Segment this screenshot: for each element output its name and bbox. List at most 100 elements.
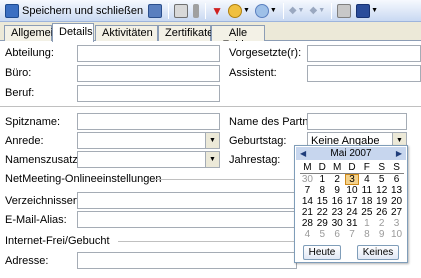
calendar-day[interactable]: 29	[315, 218, 330, 229]
calendar-day[interactable]: 8	[359, 229, 374, 240]
calendar-day[interactable]: 27	[389, 207, 404, 218]
calendar-day[interactable]: 7	[345, 229, 360, 240]
calendar-day[interactable]: 5	[374, 174, 389, 185]
save-close-icon	[5, 3, 19, 18]
namenszusatz-dropdown[interactable]: ▼	[77, 151, 220, 168]
calendar-day[interactable]: 24	[345, 207, 360, 218]
calendar-day[interactable]: 25	[359, 207, 374, 218]
section-divider	[118, 241, 295, 242]
beruf-field[interactable]	[77, 85, 220, 102]
save-close-button[interactable]: Speichern und schließen	[3, 2, 145, 20]
anrede-dropdown[interactable]: ▼	[77, 132, 220, 149]
abteilung-label: Abteilung:	[5, 47, 54, 59]
calendar-day[interactable]: 9	[374, 229, 389, 240]
calendar-month-label: Mai 2007	[330, 148, 372, 159]
calendar-day[interactable]: 28	[300, 218, 315, 229]
previous-item-button[interactable]: ◆ ▼	[287, 2, 307, 20]
calendar-day[interactable]: 10	[345, 185, 360, 196]
flag-icon: ▼	[211, 3, 223, 18]
abteilung-field[interactable]	[77, 45, 220, 62]
calendar-day[interactable]: 21	[300, 207, 315, 218]
assistent-field[interactable]	[307, 65, 421, 82]
recurrence-button[interactable]: ▼	[253, 2, 279, 20]
calendar-day[interactable]: 8	[315, 185, 330, 196]
attach-button[interactable]	[191, 2, 201, 20]
calendar-day[interactable]: 17	[345, 196, 360, 207]
chevron-down-icon: ▼	[297, 7, 305, 14]
calendar-day[interactable]: 12	[374, 185, 389, 196]
calendar-day[interactable]: 10	[389, 229, 404, 240]
tab-alle-felder[interactable]: Alle Felder	[211, 25, 265, 51]
calendar-day-today[interactable]: 3	[344, 174, 360, 185]
calendar-day[interactable]: 14	[300, 196, 315, 207]
calendar-day[interactable]: 30	[300, 174, 315, 185]
save-close-label: Speichern und schließen	[22, 4, 144, 17]
calendar-day[interactable]: 16	[330, 196, 345, 207]
address-book-button[interactable]	[335, 2, 353, 20]
chevron-down-icon[interactable]: ▼	[205, 133, 219, 148]
jahrestag-label: Jahrestag:	[229, 154, 281, 166]
calendar-day[interactable]: 4	[300, 229, 315, 240]
chevron-down-icon: ▼	[371, 7, 379, 14]
calendar-header: ◀ Mai 2007 ▶	[296, 147, 406, 160]
calendar-day[interactable]: 7	[300, 185, 315, 196]
calendar-day[interactable]: 2	[330, 174, 345, 185]
tab-zertifikate[interactable]: Zertifikate	[158, 25, 213, 41]
vorgesetzte-field[interactable]	[307, 45, 421, 62]
spitzname-field[interactable]	[77, 113, 220, 130]
calendar-day[interactable]: 2	[374, 218, 389, 229]
calendar-day[interactable]: 3	[389, 218, 404, 229]
save-button[interactable]	[146, 2, 164, 20]
chevron-down-icon: ▼	[242, 7, 250, 14]
toolbar-separator	[168, 2, 170, 19]
categorize-button[interactable]: ▼	[226, 2, 252, 20]
calendar-day[interactable]: 6	[389, 174, 404, 185]
attach-icon	[193, 3, 200, 18]
partner-field[interactable]	[307, 113, 407, 130]
next-item-icon: ◆	[309, 5, 318, 16]
calendar-day[interactable]: 4	[359, 174, 374, 185]
calendar-day[interactable]: 9	[330, 185, 345, 196]
calendar-day[interactable]: 15	[315, 196, 330, 207]
buero-field[interactable]	[77, 65, 220, 82]
toolbar-separator	[282, 2, 284, 19]
calendar-day[interactable]: 30	[330, 218, 345, 229]
calendar-day[interactable]: 19	[374, 196, 389, 207]
previous-month-icon[interactable]: ◀	[296, 149, 310, 158]
weekday-label: M	[332, 162, 342, 173]
tab-allgemein[interactable]: Allgemein	[4, 25, 59, 41]
calendar-day[interactable]: 11	[359, 185, 374, 196]
chevron-down-icon: ▼	[318, 7, 326, 14]
geburtstag-label: Geburtstag:	[229, 135, 287, 147]
next-month-icon[interactable]: ▶	[392, 149, 406, 158]
calendar-day[interactable]: 5	[315, 229, 330, 240]
print-icon	[174, 3, 189, 18]
email-alias-field[interactable]	[77, 211, 297, 228]
calendar-day[interactable]: 26	[374, 207, 389, 218]
calendar-day[interactable]: 1	[359, 218, 374, 229]
next-item-button[interactable]: ◆ ▼	[307, 2, 327, 20]
help-button[interactable]: ▼	[354, 2, 380, 20]
chevron-down-icon[interactable]: ▼	[205, 152, 219, 167]
toolbar-separator	[331, 2, 333, 19]
buero-label: Büro:	[5, 67, 32, 79]
calendar-day[interactable]: 20	[389, 196, 404, 207]
tab-aktivitaeten[interactable]: Aktivitäten	[95, 25, 158, 41]
verzeichnisserver-field[interactable]	[77, 192, 297, 209]
calendar-day[interactable]: 18	[359, 196, 374, 207]
date-picker-popup: ◀ Mai 2007 ▶ M D M D F S S 30 1 2 3 4 5 …	[294, 145, 408, 263]
calendar-day[interactable]: 22	[315, 207, 330, 218]
calendar-day[interactable]: 1	[315, 174, 330, 185]
print-button[interactable]	[172, 2, 190, 20]
calendar-day[interactable]: 31	[345, 218, 360, 229]
flag-button[interactable]: ▼	[209, 2, 225, 20]
calendar-day[interactable]: 6	[330, 229, 345, 240]
none-button[interactable]: Keines	[356, 244, 400, 260]
today-button[interactable]: Heute	[302, 244, 342, 260]
calendar-day[interactable]: 23	[330, 207, 345, 218]
tab-details[interactable]: Details	[52, 23, 94, 42]
adresse-label: Adresse:	[5, 255, 49, 267]
adresse-field[interactable]	[77, 252, 297, 269]
calendar-day[interactable]: 13	[389, 185, 404, 196]
weekday-label: F	[363, 162, 370, 173]
